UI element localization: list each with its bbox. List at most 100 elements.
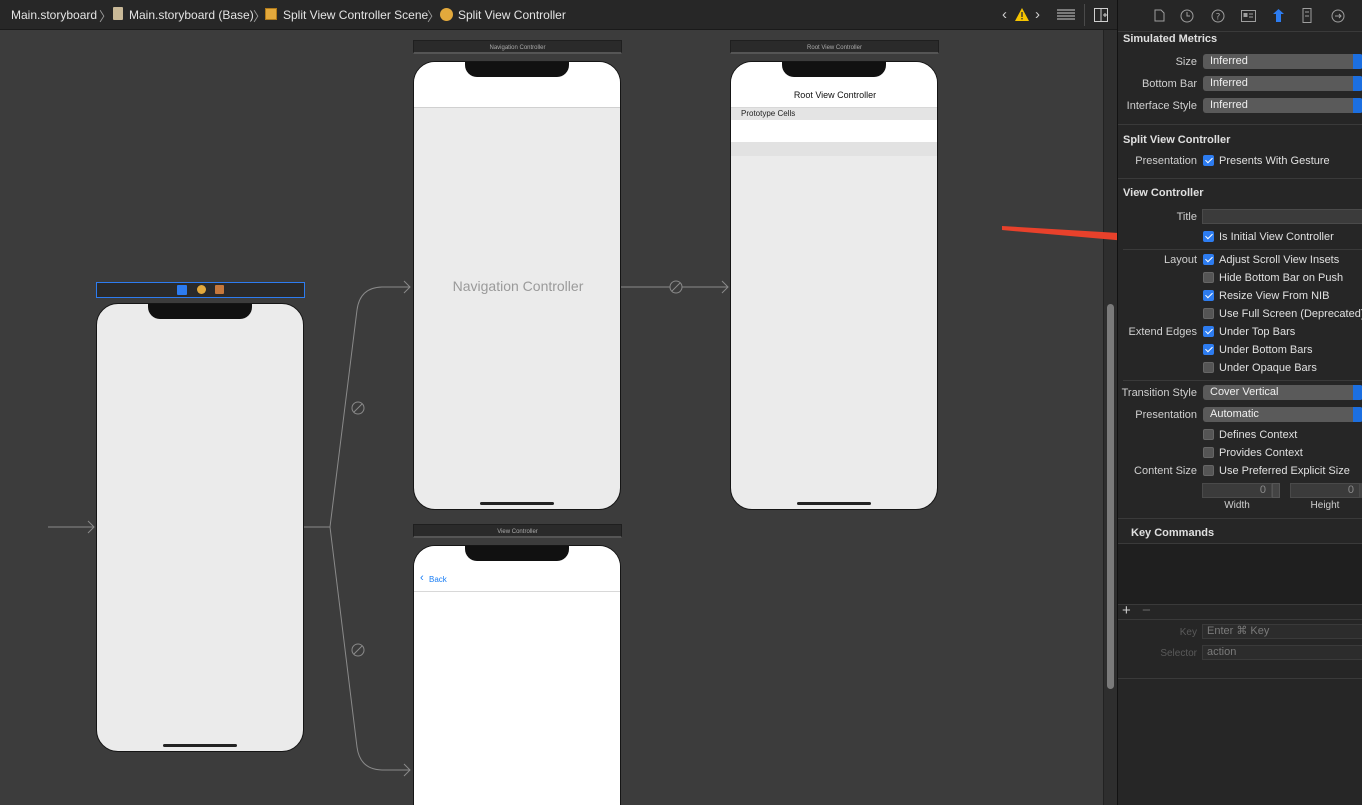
under-opaque-bars-label: Under Opaque Bars xyxy=(1219,362,1317,374)
prototype-cell[interactable] xyxy=(731,120,937,142)
view-controller-scene-title[interactable]: View Controller xyxy=(413,524,622,538)
hide-bottom-bar-label: Hide Bottom Bar on Push xyxy=(1219,272,1344,284)
under-bottom-bars-checkbox[interactable] xyxy=(1203,344,1214,355)
storyboard-canvas[interactable]: Navigation Controller Navigation Control… xyxy=(0,30,1103,805)
scene-icon xyxy=(265,8,277,20)
chevron-right-icon[interactable]: › xyxy=(1035,6,1040,23)
provides-context-label: Provides Context xyxy=(1219,447,1303,459)
size-popup[interactable]: Inferred xyxy=(1203,54,1362,69)
adjust-scroll-view-insets-label: Adjust Scroll View Insets xyxy=(1219,254,1340,266)
chevron-left-icon[interactable]: ‹ xyxy=(1002,6,1007,23)
navigation-controller-screen[interactable]: Navigation Controller xyxy=(413,61,621,510)
view-controller-title: View Controller xyxy=(1123,187,1204,199)
canvas-vertical-scrollbar[interactable] xyxy=(1103,30,1117,805)
adjust-scroll-view-insets-checkbox[interactable] xyxy=(1203,254,1214,265)
breadcrumb-separator: 〉 xyxy=(99,9,113,24)
first-responder-icon[interactable] xyxy=(197,285,206,294)
is-initial-view-controller-label: Is Initial View Controller xyxy=(1219,231,1334,243)
plus-icon[interactable]: + xyxy=(1122,602,1131,619)
key-commands-list[interactable] xyxy=(1118,543,1362,605)
provides-context-checkbox[interactable] xyxy=(1203,447,1214,458)
navigation-controller-scene-title[interactable]: Navigation Controller xyxy=(413,40,622,54)
chevron-updown-icon xyxy=(1353,54,1362,69)
help-icon[interactable]: ? xyxy=(1211,9,1225,23)
bottom-bar-popup-value: Inferred xyxy=(1210,77,1248,89)
width-label: Width xyxy=(1224,500,1250,511)
connections-icon[interactable] xyxy=(1331,9,1345,23)
use-full-screen-checkbox[interactable] xyxy=(1203,308,1214,319)
identity-icon[interactable] xyxy=(1241,10,1256,22)
file-icon[interactable] xyxy=(1154,9,1165,22)
selector-label: Selector xyxy=(1160,648,1197,659)
section-divider xyxy=(1118,178,1362,179)
view-controller-screen[interactable]: ‹ Back xyxy=(413,545,621,805)
exit-icon[interactable] xyxy=(215,285,224,294)
bottom-bar-popup[interactable]: Inferred xyxy=(1203,76,1362,91)
transition-style-popup[interactable]: Cover Vertical xyxy=(1203,385,1362,400)
under-opaque-bars-checkbox[interactable] xyxy=(1203,362,1214,373)
split-view-controller-icon xyxy=(440,8,453,21)
presentation-popup[interactable]: Automatic xyxy=(1203,407,1362,422)
chevron-updown-icon xyxy=(1353,98,1362,113)
under-top-bars-checkbox[interactable] xyxy=(1203,326,1214,337)
presents-with-gesture-checkbox[interactable] xyxy=(1203,155,1214,166)
table-footer xyxy=(731,142,937,156)
transition-style-popup-value: Cover Vertical xyxy=(1210,386,1279,398)
breadcrumb-item-scene[interactable]: Split View Controller Scene xyxy=(283,8,428,22)
interface-style-popup[interactable]: Inferred xyxy=(1203,98,1362,113)
device-notch xyxy=(465,62,569,77)
back-button[interactable]: Back xyxy=(429,575,447,584)
height-field[interactable]: 0 xyxy=(1290,483,1360,498)
size-popup-value: Inferred xyxy=(1210,55,1248,67)
resize-view-from-nib-checkbox[interactable] xyxy=(1203,290,1214,301)
root-view-controller-scene-title[interactable]: Root View Controller xyxy=(730,40,939,54)
extend-edges-label: Extend Edges xyxy=(1128,326,1198,338)
key-field[interactable]: Enter ⌘ Key xyxy=(1202,624,1362,639)
breadcrumb-item-controller[interactable]: Split View Controller xyxy=(458,8,566,22)
chevron-updown-icon xyxy=(1353,385,1362,400)
use-preferred-size-label: Use Preferred Explicit Size xyxy=(1219,465,1350,477)
defines-context-checkbox[interactable] xyxy=(1203,429,1214,440)
layout-label: Layout xyxy=(1163,254,1197,266)
chevron-updown-icon xyxy=(1353,76,1362,91)
history-icon[interactable] xyxy=(1180,9,1194,23)
under-top-bars-label: Under Top Bars xyxy=(1219,326,1296,338)
scrollbar-thumb[interactable] xyxy=(1107,304,1114,689)
root-view-nav-title: Root View Controller xyxy=(793,90,877,100)
section-divider xyxy=(1123,380,1362,381)
list-lines-icon[interactable] xyxy=(1057,9,1075,21)
split-presentation-label: Presentation xyxy=(1135,155,1197,167)
toolbar-divider xyxy=(1084,4,1085,26)
split-view-scene-dock[interactable] xyxy=(96,282,305,298)
breadcrumb-item-storyboard[interactable]: Main.storyboard xyxy=(11,8,97,22)
scene-controller-icon[interactable] xyxy=(177,285,187,295)
split-view-controller-screen[interactable] xyxy=(96,303,304,752)
resize-view-from-nib-label: Resize View From NIB xyxy=(1219,290,1330,302)
home-indicator xyxy=(163,744,237,747)
breadcrumb-item-storyboard-base[interactable]: Main.storyboard (Base) xyxy=(129,8,254,22)
presentation-label: Presentation xyxy=(1135,409,1197,421)
key-commands-title: Key Commands xyxy=(1131,527,1215,539)
device-notch xyxy=(148,304,252,319)
warning-icon[interactable] xyxy=(1015,8,1029,21)
attributes-inspector: ? Simulated Metrics Size Inferred Bottom… xyxy=(1117,0,1362,805)
attributes-icon[interactable] xyxy=(1271,8,1286,23)
width-stepper[interactable] xyxy=(1272,483,1280,498)
hide-bottom-bar-checkbox[interactable] xyxy=(1203,272,1214,283)
use-preferred-size-checkbox[interactable] xyxy=(1203,465,1214,476)
simulated-metrics-title: Simulated Metrics xyxy=(1123,33,1218,45)
selector-field[interactable]: action xyxy=(1202,645,1362,660)
is-initial-view-controller-checkbox[interactable] xyxy=(1203,231,1214,242)
root-view-controller-screen[interactable]: Root View Controller Prototype Cells xyxy=(730,61,938,510)
add-editor-icon[interactable] xyxy=(1094,8,1108,22)
title-field[interactable] xyxy=(1202,209,1362,224)
home-indicator xyxy=(797,502,871,505)
presents-with-gesture-label: Presents With Gesture xyxy=(1219,155,1330,167)
bottom-bar-label: Bottom Bar xyxy=(1141,78,1197,90)
breadcrumb-separator: 〉 xyxy=(427,9,441,24)
size-icon[interactable] xyxy=(1302,8,1312,23)
minus-icon[interactable]: − xyxy=(1142,602,1151,619)
key-label: Key xyxy=(1179,627,1197,638)
jump-bar: Main.storyboard 〉 Main.storyboard (Base)… xyxy=(0,0,1117,30)
width-field[interactable]: 0 xyxy=(1202,483,1272,498)
